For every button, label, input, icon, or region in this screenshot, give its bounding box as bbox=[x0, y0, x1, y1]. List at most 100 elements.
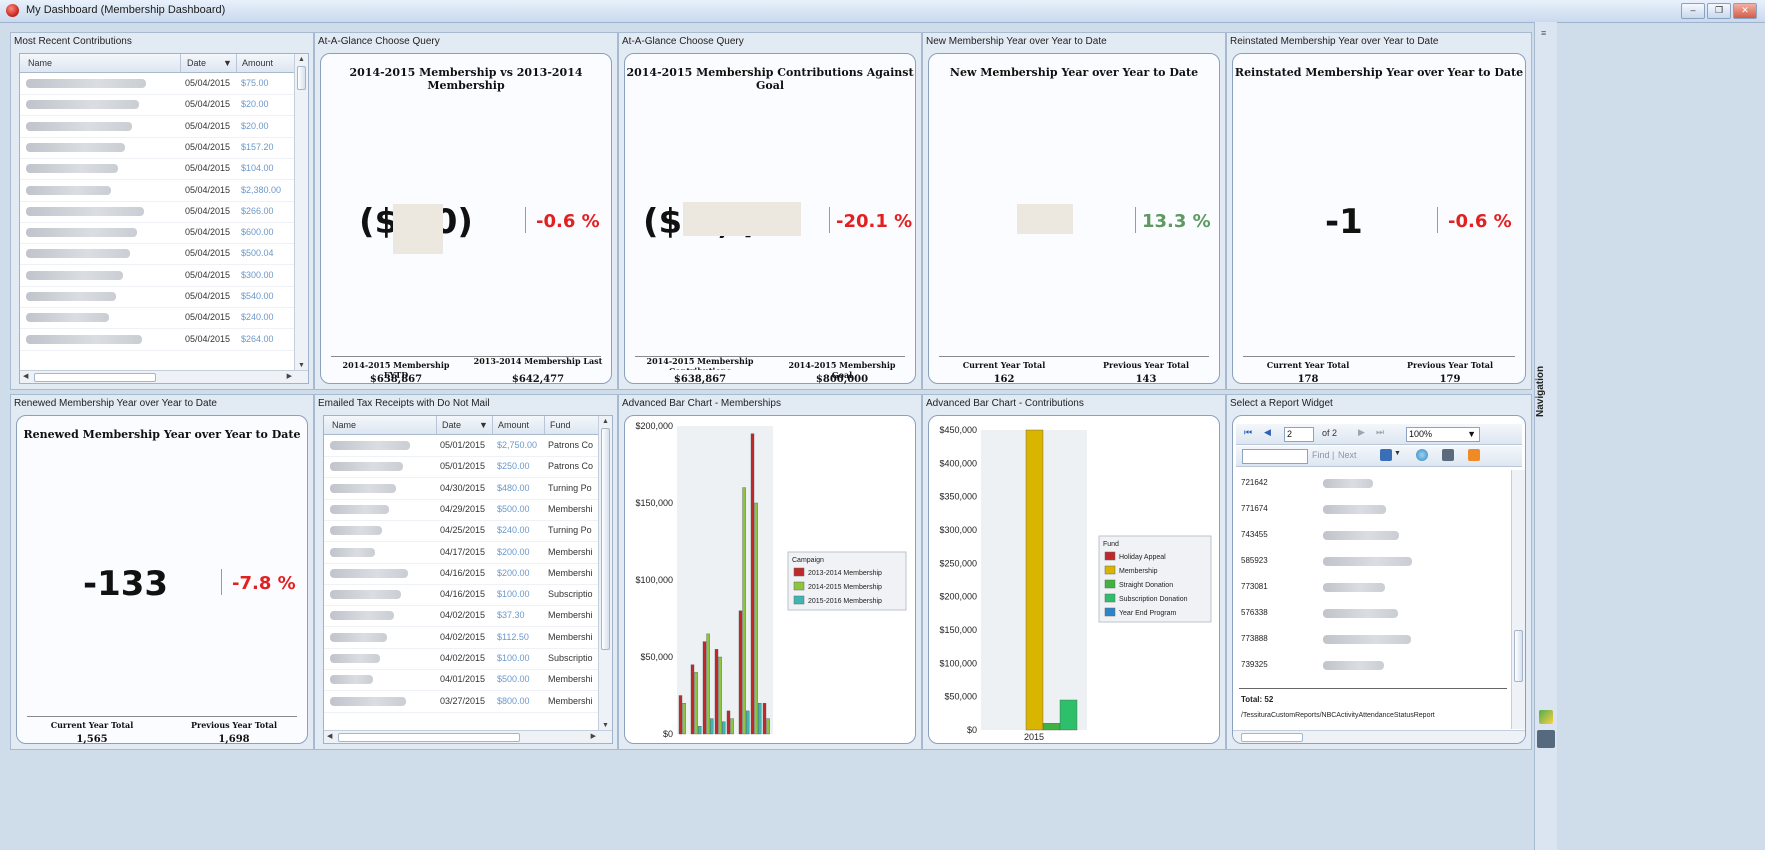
vertical-scrollbar[interactable] bbox=[1511, 470, 1525, 729]
table-row[interactable]: 05/04/2015 $75.00 bbox=[20, 73, 294, 95]
bar-3-0 bbox=[1059, 699, 1078, 731]
footer-right-value: $800,000 bbox=[815, 374, 869, 385]
next-page-icon[interactable]: ▶ bbox=[1358, 427, 1365, 438]
table-row[interactable]: 03/27/2015 $800.00 Membershi bbox=[324, 691, 598, 713]
cell-amount: $75.00 bbox=[241, 78, 269, 88]
glance-card: New Membership Year over Year to Date 13… bbox=[928, 53, 1220, 385]
restore-icon[interactable]: ❐ bbox=[1707, 3, 1731, 19]
table-row[interactable]: 04/02/2015 $37.30 Membershi bbox=[324, 605, 598, 628]
prev-page-icon[interactable]: ◀ bbox=[1264, 427, 1271, 438]
page-number-input[interactable]: 2 bbox=[1284, 427, 1314, 442]
bar-2-3 bbox=[721, 721, 726, 735]
card-heading: Reinstated Membership Year over Year to … bbox=[1234, 66, 1524, 79]
minimize-icon[interactable]: – bbox=[1681, 3, 1705, 19]
table-row[interactable]: 05/04/2015 $300.00 bbox=[20, 265, 294, 287]
save-icon[interactable] bbox=[1380, 449, 1392, 461]
nav-edit-icon[interactable] bbox=[1537, 730, 1555, 748]
col-header-name[interactable]: Name bbox=[28, 58, 52, 68]
next-link[interactable]: Next bbox=[1338, 450, 1357, 460]
horizontal-scrollbar[interactable] bbox=[1233, 730, 1525, 743]
horizontal-scrollbar[interactable]: ◀ ▶ bbox=[20, 370, 308, 383]
table-row[interactable]: 04/02/2015 $112.50 Membershi bbox=[324, 627, 598, 649]
scroll-thumb[interactable] bbox=[34, 373, 156, 382]
col-header-amount[interactable]: Amount bbox=[242, 58, 273, 68]
find-link[interactable]: Find bbox=[1312, 450, 1330, 460]
table-row[interactable]: 05/04/2015 $266.00 bbox=[20, 201, 294, 223]
legend-item: Year End Program bbox=[1119, 610, 1176, 617]
table-row[interactable]: 05/04/2015 $20.00 bbox=[20, 116, 294, 138]
first-page-icon[interactable]: ⏮ bbox=[1244, 427, 1252, 438]
footer-left-label: 2014-2015 Membership Contributions bbox=[646, 356, 754, 370]
table-row[interactable]: 05/04/2015 $157.20 bbox=[20, 137, 294, 159]
zoom-select[interactable]: 100% ▼ bbox=[1406, 427, 1480, 442]
report-toolbar-find: Find | Next ▼ bbox=[1236, 446, 1522, 467]
bar-2-0 bbox=[1042, 723, 1061, 731]
find-input[interactable] bbox=[1242, 449, 1308, 464]
cell-fund: Membershi bbox=[548, 631, 593, 642]
col-header-date[interactable]: Date bbox=[442, 420, 461, 430]
table-row[interactable]: 05/04/2015 $600.00 bbox=[20, 222, 294, 245]
cell-amount: $240.00 bbox=[241, 312, 274, 323]
scroll-thumb[interactable] bbox=[1514, 630, 1523, 682]
table-row[interactable]: 05/01/2015 $2,750.00 Patrons Co bbox=[324, 435, 598, 457]
table-row[interactable]: 05/04/2015 $240.00 bbox=[20, 307, 294, 330]
redacted-name bbox=[330, 611, 394, 621]
table-row[interactable]: 04/30/2015 $480.00 Turning Po bbox=[324, 478, 598, 500]
cell-date: 05/04/2015 bbox=[185, 248, 231, 259]
export-icon[interactable] bbox=[1468, 449, 1480, 461]
sort-desc-icon[interactable]: ▼ bbox=[479, 420, 488, 430]
horizontal-scrollbar[interactable]: ◀ ▶ bbox=[324, 730, 612, 743]
table-row[interactable]: 05/04/2015 $264.00 bbox=[20, 329, 294, 351]
report-divider bbox=[1239, 688, 1507, 689]
table-row[interactable]: 04/25/2015 $240.00 Turning Po bbox=[324, 520, 598, 543]
pin-icon[interactable]: ≡ bbox=[1541, 28, 1546, 38]
table-row[interactable]: 04/29/2015 $500.00 Membershi bbox=[324, 499, 598, 521]
panel-bar-memberships: Advanced Bar Chart - Memberships $200,00… bbox=[618, 394, 922, 750]
y-tick-label: $100,000 bbox=[939, 658, 977, 668]
cell-date: 05/04/2015 bbox=[185, 184, 231, 195]
vertical-scrollbar[interactable]: ▲ ▼ bbox=[598, 416, 612, 731]
panel-reinstated-membership: Reinstated Membership Year over Year to … bbox=[1226, 32, 1532, 390]
col-header-date[interactable]: Date bbox=[187, 58, 206, 68]
scroll-thumb[interactable] bbox=[338, 733, 520, 742]
vertical-scrollbar[interactable]: ▲ ▼ bbox=[294, 54, 308, 371]
redaction bbox=[1017, 204, 1073, 234]
last-page-icon[interactable]: ⏭ bbox=[1376, 427, 1384, 438]
table-row[interactable]: 05/04/2015 $500.04 bbox=[20, 243, 294, 266]
table-row[interactable]: 05/04/2015 $540.00 bbox=[20, 286, 294, 308]
card-heading: 2014-2015 Membership vs 2013-2014 Member… bbox=[349, 66, 583, 92]
table-row[interactable]: 05/04/2015 $20.00 bbox=[20, 94, 294, 117]
scroll-thumb[interactable] bbox=[1241, 733, 1303, 742]
print-icon[interactable] bbox=[1442, 449, 1454, 461]
table-row[interactable]: 05/04/2015 $2,380.00 bbox=[20, 180, 294, 202]
refresh-icon[interactable] bbox=[1416, 449, 1428, 461]
footer-left-value: 162 bbox=[993, 374, 1015, 385]
col-header-name[interactable]: Name bbox=[332, 420, 356, 430]
table-row[interactable]: 04/01/2015 $500.00 Membershi bbox=[324, 669, 598, 692]
scroll-thumb[interactable] bbox=[297, 66, 306, 90]
legend-swatch bbox=[1104, 593, 1116, 603]
bar-0-5 bbox=[738, 610, 743, 735]
table-row[interactable]: 04/16/2015 $100.00 Subscriptio bbox=[324, 584, 598, 607]
table-row[interactable]: 04/02/2015 $100.00 Subscriptio bbox=[324, 648, 598, 670]
card-heading: New Membership Year over Year to Date bbox=[949, 66, 1199, 79]
scroll-thumb[interactable] bbox=[601, 428, 610, 650]
redacted-name bbox=[1323, 505, 1386, 514]
table-row[interactable]: 05/01/2015 $250.00 Patrons Co bbox=[324, 456, 598, 479]
redacted-name bbox=[330, 441, 410, 450]
legend-item: Holiday Appeal bbox=[1119, 554, 1166, 561]
cell-date: 05/04/2015 bbox=[185, 333, 231, 344]
legend-title: Campaign bbox=[792, 557, 824, 564]
panel-title: Most Recent Contributions bbox=[14, 36, 132, 47]
sort-desc-icon[interactable]: ▼ bbox=[223, 58, 232, 68]
redacted-name bbox=[26, 100, 139, 110]
navigation-pane[interactable]: ≡ bbox=[1534, 22, 1557, 850]
col-header-amount[interactable]: Amount bbox=[498, 420, 529, 430]
close-icon[interactable]: ✕ bbox=[1733, 3, 1757, 19]
table-row[interactable]: 04/17/2015 $200.00 Membershi bbox=[324, 542, 598, 564]
nav-tool-icon[interactable] bbox=[1539, 710, 1553, 724]
table-row[interactable]: 05/04/2015 $104.00 bbox=[20, 158, 294, 181]
chevron-down-icon[interactable]: ▼ bbox=[1394, 450, 1401, 457]
table-row[interactable]: 04/16/2015 $200.00 Membershi bbox=[324, 563, 598, 585]
col-header-fund[interactable]: Fund bbox=[550, 420, 571, 430]
